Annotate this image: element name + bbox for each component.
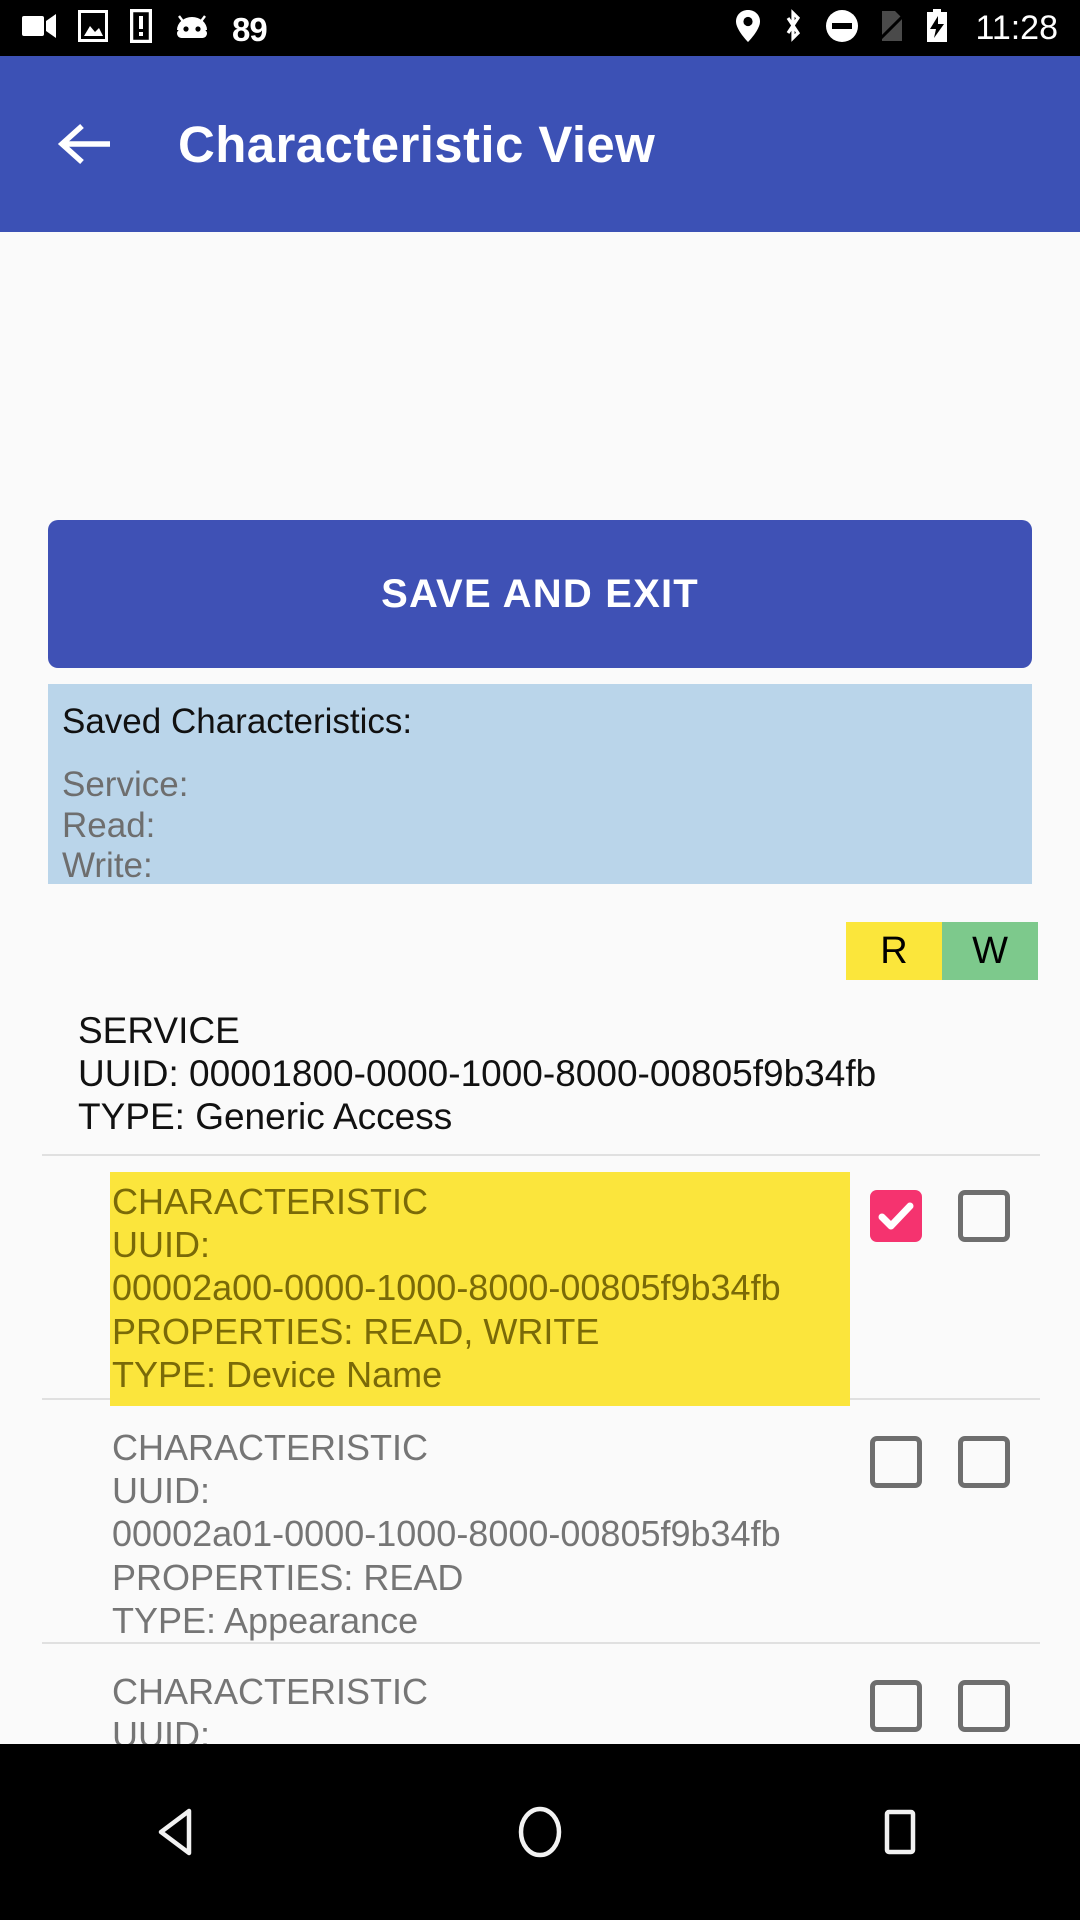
nav-recents-icon[interactable]	[820, 1744, 980, 1920]
characteristic-type: TYPE: Appearance	[112, 1599, 419, 1641]
characteristic-heading: CHARACTERISTIC	[112, 1427, 429, 1468]
no-sim-icon	[879, 9, 906, 48]
write-checkbox[interactable]	[958, 1190, 1010, 1242]
read-checkbox[interactable]	[870, 1436, 922, 1488]
status-bar-right-icons: 11:28	[735, 8, 1058, 48]
system-navigation-bar	[0, 1744, 1080, 1920]
service-heading: SERVICE	[78, 1010, 240, 1051]
characteristic-properties: PROPERTIES: READ	[112, 1556, 464, 1598]
read-checkbox[interactable]	[870, 1680, 922, 1732]
divider	[42, 1154, 1040, 1156]
page-title: Characteristic View	[178, 115, 656, 173]
write-checkbox[interactable]	[958, 1680, 1010, 1732]
location-pin-icon	[735, 9, 761, 48]
status-bar-left-icons: 89	[22, 8, 268, 48]
table-row[interactable]: CHARACTERISTIC UUID: 00002a01-0000-1000-…	[0, 1418, 1080, 1642]
read-column-header: R	[846, 922, 942, 980]
phone-alert-icon	[129, 8, 153, 48]
saved-read-row: Read:	[62, 805, 156, 845]
saved-characteristics-title: Saved Characteristics:	[62, 702, 413, 741]
back-arrow-icon[interactable]	[54, 113, 116, 175]
battery-level-text: 89	[232, 10, 268, 48]
characteristic-uuid: 00002a00-0000-1000-8000-00805f9b34fb	[112, 1267, 781, 1309]
read-write-column-headers: R W	[846, 922, 1038, 980]
service-type: TYPE: Generic Access	[78, 1095, 453, 1137]
characteristic-details: CHARACTERISTIC UUID: 00002a00-0000-1000-…	[110, 1172, 850, 1406]
saved-characteristics-panel: Saved Characteristics: Service: Read: Wr…	[48, 684, 1032, 885]
characteristic-uuid-label: UUID:	[112, 1224, 210, 1266]
nav-back-icon[interactable]	[100, 1744, 260, 1920]
status-bar-clock: 11:28	[975, 9, 1058, 47]
main-content: SAVE AND EXIT Saved Characteristics: Ser…	[0, 232, 1080, 1920]
table-row[interactable]: CHARACTERISTIC UUID: 00002a00-0000-1000-…	[0, 1172, 1080, 1406]
characteristic-type: TYPE: Device Name	[112, 1353, 443, 1395]
bluetooth-icon	[781, 8, 805, 48]
image-icon	[78, 9, 108, 47]
characteristic-heading: CHARACTERISTIC	[112, 1671, 429, 1712]
service-block: SERVICE UUID: 00001800-0000-1000-8000-00…	[78, 1010, 876, 1139]
saved-write-row: Write:	[62, 845, 153, 885]
video-camera-icon	[22, 13, 56, 44]
save-and-exit-button[interactable]: SAVE AND EXIT	[48, 520, 1032, 668]
characteristic-uuid-label: UUID:	[112, 1470, 210, 1512]
characteristic-details: CHARACTERISTIC UUID: 00002a01-0000-1000-…	[110, 1418, 850, 1652]
write-column-header: W	[942, 922, 1038, 980]
status-bar: 89 11:28	[0, 0, 1080, 56]
app-bar: Characteristic View	[0, 56, 1080, 232]
characteristic-uuid: 00002a01-0000-1000-8000-00805f9b34fb	[112, 1513, 781, 1555]
characteristic-properties: PROPERTIES: READ, WRITE	[112, 1310, 600, 1352]
nav-home-icon[interactable]	[460, 1744, 620, 1920]
read-checkbox[interactable]	[870, 1190, 922, 1242]
characteristic-heading: CHARACTERISTIC	[112, 1181, 429, 1222]
service-uuid: UUID: 00001800-0000-1000-8000-00805f9b34…	[78, 1052, 877, 1094]
saved-service-row: Service:	[62, 765, 189, 805]
battery-charging-icon	[925, 8, 949, 48]
android-head-icon	[174, 10, 210, 47]
do-not-disturb-icon	[825, 9, 859, 48]
write-checkbox[interactable]	[958, 1436, 1010, 1488]
